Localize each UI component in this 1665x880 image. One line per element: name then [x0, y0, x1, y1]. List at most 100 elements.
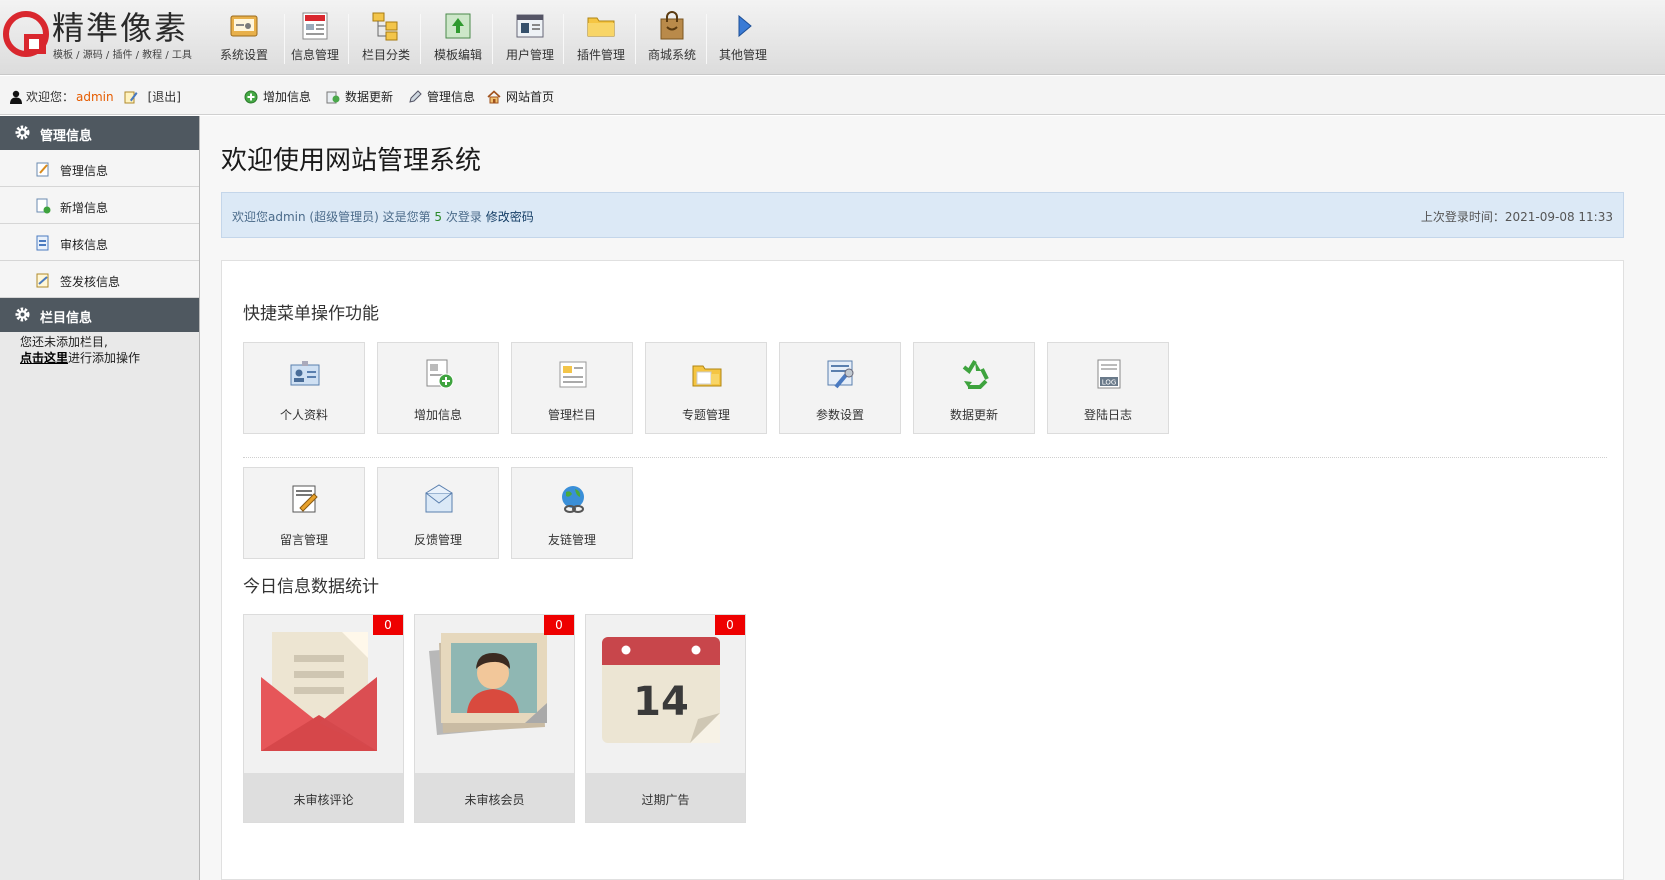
quick-add-info[interactable]: 增加信息: [244, 88, 311, 105]
last-login-time: 上次登录时间：2021-09-08 11:33: [1420, 210, 1613, 224]
nav-plugin-management[interactable]: 插件管理: [563, 6, 639, 68]
stat-count-badge: 0: [373, 615, 403, 635]
nav-label: 用户管理: [505, 48, 554, 62]
sidebar-item-new-info[interactable]: 新增信息: [0, 187, 199, 224]
sidebar-item-manage-info[interactable]: 管理信息: [0, 150, 199, 187]
sign-document-icon: [36, 273, 49, 288]
message-edit-icon: [292, 485, 318, 513]
quick-tile-label: 留言管理: [279, 533, 328, 547]
sidebar-section-manage[interactable]: 管理信息: [0, 116, 199, 150]
brand-title: 精準像素: [52, 9, 189, 47]
sidebar-item-label: 签发核信息: [60, 275, 121, 289]
nav-info-management[interactable]: 信息管理: [277, 6, 353, 68]
quick-tile-login-log[interactable]: LOG 登陆日志: [1047, 342, 1169, 434]
category-tree-icon: [372, 12, 398, 41]
add-circle-icon: [244, 90, 258, 103]
sidebar-section-category[interactable]: 栏目信息: [0, 298, 199, 332]
nav-system-settings[interactable]: 系统设置: [206, 6, 282, 68]
user-card-icon: [516, 14, 544, 38]
calendar-day: 14: [633, 679, 689, 725]
nav-template-edit[interactable]: 模板编辑: [420, 6, 496, 68]
login-suffix: 次登录: [442, 210, 486, 224]
sub-toolbar: 欢迎您： admin [退出] 增加信息 数据更新 管理信息 网站首页: [0, 76, 1665, 115]
recycle-icon: [962, 359, 989, 389]
sidebar-item-label: 新增信息: [60, 201, 109, 215]
user-icon: [10, 90, 22, 104]
sidebar-item-label: 管理信息: [60, 164, 109, 178]
stat-image: [415, 615, 574, 773]
sidebar: 管理信息 管理信息 新增信息 审核信息 签发核信息 栏目信息 您还未添加栏目, …: [0, 116, 200, 880]
nav-category[interactable]: 栏目分类: [348, 6, 424, 68]
page-title: 欢迎使用网站管理系统: [221, 146, 482, 176]
nav-label: 插件管理: [576, 48, 625, 62]
stat-card-ads[interactable]: 14 0 过期广告: [585, 614, 746, 823]
quick-tile-message[interactable]: 留言管理: [243, 467, 365, 559]
quick-link-label: 增加信息: [263, 90, 312, 104]
login-count: 5: [434, 210, 443, 224]
sidebar-section-title: 栏目信息: [40, 311, 93, 326]
stat-card-members[interactable]: 0 未审核会员: [414, 614, 575, 823]
member-photo-icon: [429, 633, 547, 735]
sidebar-item-sign-review[interactable]: 签发核信息: [0, 261, 199, 298]
quick-tile-label: 个人资料: [279, 408, 328, 422]
nav-user-management[interactable]: 用户管理: [492, 6, 568, 68]
quick-manage-info[interactable]: 管理信息: [408, 88, 475, 105]
plugin-folder-icon: [587, 17, 615, 37]
quick-site-home[interactable]: 网站首页: [487, 88, 554, 105]
brand-subtitle: 模板 / 源码 / 插件 / 教程 / 工具: [53, 50, 192, 61]
username: admin: [76, 89, 114, 104]
nav-other-management[interactable]: 其他管理: [705, 6, 781, 68]
logout-link[interactable]: [退出]: [148, 88, 181, 105]
quick-tile-label: 反馈管理: [413, 533, 462, 547]
add-document-icon: [36, 198, 51, 214]
quick-tile-topic[interactable]: 专题管理: [645, 342, 767, 434]
arrow-right-icon: [738, 14, 752, 38]
edit-profile-icon[interactable]: [124, 90, 138, 104]
nav-label: 模板编辑: [433, 48, 482, 62]
click-here-link[interactable]: 点击这里: [20, 351, 68, 365]
home-icon: [487, 89, 501, 103]
nav-label: 信息管理: [290, 48, 339, 62]
quick-tile-manage-column[interactable]: 管理栏目: [511, 342, 633, 434]
quick-tile-add-info[interactable]: 增加信息: [377, 342, 499, 434]
note-line: 进行添加操作: [68, 351, 141, 365]
globe-link-icon: [562, 486, 584, 513]
quick-tile-label: 增加信息: [413, 408, 462, 422]
quick-tile-profile[interactable]: 个人资料: [243, 342, 365, 434]
top-toolbar: 精準像素 模板 / 源码 / 插件 / 教程 / 工具 系统设置 信息管理 栏目…: [0, 0, 1665, 75]
brand-logo[interactable]: 精準像素 模板 / 源码 / 插件 / 教程 / 工具: [0, 4, 222, 64]
stat-card-comments[interactable]: 0 未审核评论: [243, 614, 404, 823]
sidebar-item-label: 审核信息: [60, 238, 109, 252]
nav-shop-system[interactable]: 商城系统: [634, 6, 710, 68]
log-file-icon: LOG: [1097, 359, 1121, 389]
quick-tile-params[interactable]: 参数设置: [779, 342, 901, 434]
quick-tile-feedback[interactable]: 反馈管理: [377, 467, 499, 559]
change-password-link[interactable]: 修改密码: [486, 210, 534, 224]
sidebar-category-note: 您还未添加栏目, 点击这里进行添加操作: [20, 334, 140, 366]
logo-mark-icon: [3, 11, 49, 57]
gear-icon: [15, 125, 30, 140]
gear-icon: [15, 307, 30, 322]
sidebar-section-title: 管理信息: [40, 129, 93, 144]
quick-tile-label: 管理栏目: [547, 408, 596, 422]
quick-tile-label: 参数设置: [815, 408, 864, 422]
edit-document-icon: [36, 162, 49, 177]
nav-label: 商城系统: [647, 48, 696, 62]
sidebar-item-review-info[interactable]: 审核信息: [0, 224, 199, 261]
review-document-icon: [36, 235, 49, 251]
news-icon: [302, 12, 328, 40]
stats-title: 今日信息数据统计: [243, 577, 379, 597]
calendar-icon: 14: [602, 637, 720, 743]
welcome-text: 欢迎您admin (超级管理员) 这是您第: [232, 210, 435, 224]
edit-pen-icon: [409, 89, 422, 103]
quick-data-update[interactable]: 数据更新: [326, 88, 393, 105]
quick-tile-friend-links[interactable]: 友链管理: [511, 467, 633, 559]
quick-tile-data-update[interactable]: 数据更新: [913, 342, 1035, 434]
log-icon-text: LOG: [1102, 379, 1117, 387]
stat-image: 14: [586, 615, 745, 773]
nav-label: 其他管理: [718, 48, 767, 62]
quick-menu-title: 快捷菜单操作功能: [243, 304, 379, 324]
stat-image: [244, 615, 403, 773]
quick-tile-label: 友链管理: [547, 533, 596, 547]
column-folder-icon: [559, 361, 587, 388]
